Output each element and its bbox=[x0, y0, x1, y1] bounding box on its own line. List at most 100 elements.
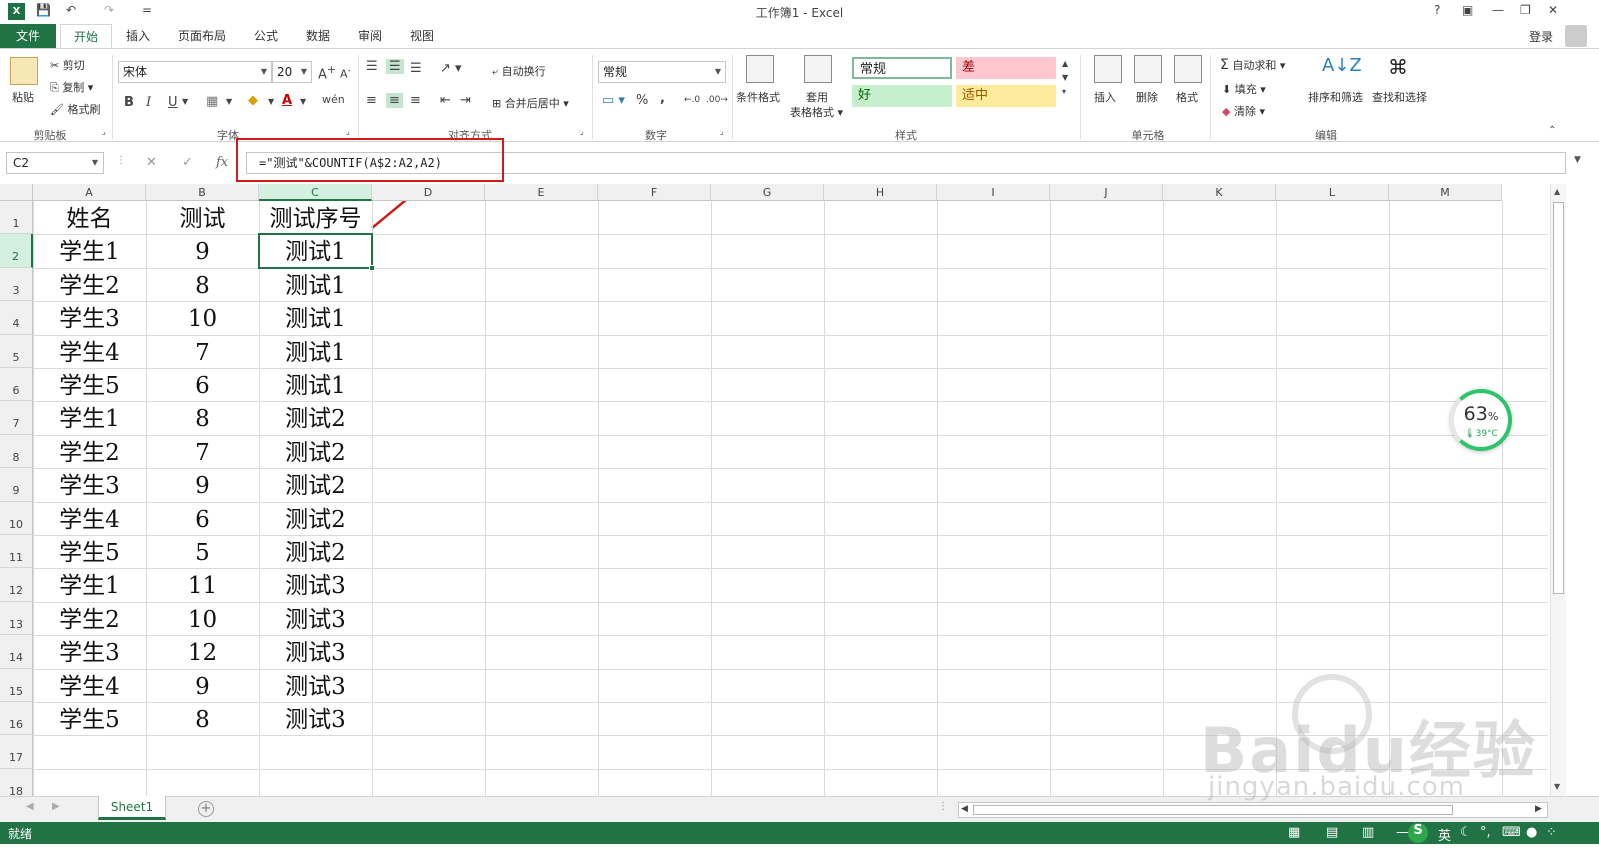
select-all-corner[interactable] bbox=[0, 184, 33, 201]
cell-c12[interactable]: 测试3 bbox=[259, 570, 372, 603]
insert-cells-button[interactable]: 插入 bbox=[1094, 89, 1116, 105]
cell-c16[interactable]: 测试3 bbox=[259, 704, 372, 737]
normal-view-icon[interactable]: ▦ bbox=[1288, 825, 1300, 840]
find-select-button[interactable]: 查找和选择 bbox=[1372, 89, 1427, 105]
table-format-label-1[interactable]: 套用 bbox=[806, 89, 828, 105]
cell-c15[interactable]: 测试3 bbox=[259, 671, 372, 704]
merge-center-button[interactable]: ⊞ 合并后居中 ▾ bbox=[492, 95, 569, 111]
percent-button[interactable]: % bbox=[636, 93, 648, 108]
style-normal[interactable]: 常规 bbox=[852, 57, 952, 79]
sort-filter-button[interactable]: 排序和筛选 bbox=[1308, 89, 1363, 105]
delete-cells-button[interactable]: 删除 bbox=[1136, 89, 1158, 105]
align-left-icon[interactable]: ≡ bbox=[366, 93, 377, 108]
add-sheet-icon[interactable]: + bbox=[198, 801, 214, 817]
decrease-decimal-icon[interactable]: .00→ bbox=[706, 95, 728, 105]
cell-b2[interactable]: 9 bbox=[146, 236, 259, 269]
ribbon-display-options-icon[interactable]: ▣ bbox=[1462, 3, 1473, 17]
tab-view[interactable]: 视图 bbox=[402, 24, 442, 48]
chevron-down-icon[interactable]: ▼ bbox=[182, 97, 188, 106]
row-header-13[interactable]: 13 bbox=[0, 601, 33, 636]
cell-b12[interactable]: 11 bbox=[146, 570, 259, 603]
column-header-d[interactable]: D bbox=[372, 184, 485, 201]
row-header-12[interactable]: 12 bbox=[0, 568, 33, 602]
format-cells-button[interactable]: 格式 bbox=[1176, 89, 1198, 105]
row-header-14[interactable]: 14 bbox=[0, 635, 33, 669]
formula-bar-resize-icon[interactable]: ⋮ bbox=[116, 155, 126, 166]
cell-a3[interactable]: 学生2 bbox=[33, 270, 146, 303]
scroll-left-icon[interactable]: ◀ bbox=[961, 804, 968, 814]
minimize-button[interactable]: — bbox=[1492, 3, 1504, 17]
cell-a14[interactable]: 学生3 bbox=[33, 637, 146, 670]
align-middle-icon[interactable]: ☰ bbox=[386, 59, 404, 74]
tab-file[interactable]: 文件 bbox=[0, 24, 56, 48]
format-cells-icon[interactable] bbox=[1174, 55, 1202, 83]
column-header-g[interactable]: G bbox=[711, 184, 824, 201]
fill-color-icon[interactable]: ◆ bbox=[248, 93, 258, 108]
cell-a5[interactable]: 学生4 bbox=[33, 337, 146, 370]
insert-function-button[interactable]: fx bbox=[216, 155, 228, 170]
row-header-5[interactable]: 5 bbox=[0, 334, 33, 368]
vertical-scrollbar[interactable]: ▲ ▼ bbox=[1550, 184, 1566, 796]
column-header-j[interactable]: J bbox=[1050, 184, 1163, 201]
binoculars-icon[interactable]: ⌘ bbox=[1388, 55, 1416, 83]
horizontal-scrollbar[interactable]: ◀ ▶ bbox=[958, 802, 1548, 818]
row-header-16[interactable]: 16 bbox=[0, 702, 33, 736]
cell-b7[interactable]: 8 bbox=[146, 403, 259, 436]
cell-a16[interactable]: 学生5 bbox=[33, 704, 146, 737]
column-header-m[interactable]: M bbox=[1389, 184, 1502, 201]
cell-a10[interactable]: 学生4 bbox=[33, 504, 146, 537]
underline-button[interactable]: U bbox=[168, 95, 178, 110]
row-header-8[interactable]: 8 bbox=[0, 434, 33, 469]
tab-home[interactable]: 开始 bbox=[60, 24, 112, 48]
decrease-font-icon[interactable]: A- bbox=[340, 65, 351, 81]
help-button[interactable]: ? bbox=[1434, 3, 1440, 17]
dialog-launcher-icon[interactable]: ⌟ bbox=[102, 127, 106, 136]
cell-b15[interactable]: 9 bbox=[146, 671, 259, 704]
paste-icon[interactable] bbox=[10, 57, 38, 85]
prev-sheet-icon[interactable]: ◀ bbox=[26, 801, 34, 812]
cell-header-b[interactable]: 测试 bbox=[146, 203, 259, 236]
style-good[interactable]: 好 bbox=[852, 85, 952, 107]
user-icon[interactable]: ● bbox=[1526, 825, 1537, 840]
tab-formulas[interactable]: 公式 bbox=[246, 24, 286, 48]
cell-b10[interactable]: 6 bbox=[146, 504, 259, 537]
cut-button[interactable]: ✂ 剪切 bbox=[50, 57, 85, 73]
page-layout-view-icon[interactable]: ▤ bbox=[1326, 825, 1338, 840]
vertical-scroll-thumb[interactable] bbox=[1553, 202, 1564, 594]
column-header-f[interactable]: F bbox=[598, 184, 711, 201]
keyboard-icon[interactable]: ⌨ bbox=[1502, 825, 1521, 840]
cell-c8[interactable]: 测试2 bbox=[259, 437, 372, 470]
sort-filter-icon[interactable]: A↓Z bbox=[1322, 55, 1362, 83]
bold-button[interactable]: B bbox=[124, 95, 134, 110]
cell-c6[interactable]: 测试1 bbox=[259, 370, 372, 403]
cell-c3[interactable]: 测试1 bbox=[259, 270, 372, 303]
orientation-icon[interactable]: ↗ ▾ bbox=[440, 61, 462, 76]
input-method-logo-icon[interactable]: S bbox=[1408, 823, 1428, 843]
performance-widget[interactable]: 63% 🌡39°C bbox=[1450, 389, 1512, 451]
ime-mode-icon[interactable]: 英 bbox=[1438, 825, 1451, 844]
increase-font-icon[interactable]: A+ bbox=[318, 63, 336, 82]
cell-header-c[interactable]: 测试序号 bbox=[259, 203, 372, 236]
cell-a15[interactable]: 学生4 bbox=[33, 671, 146, 704]
undo-icon[interactable]: ↶ bbox=[66, 3, 76, 17]
fill-button[interactable]: ⬇ 填充 ▾ bbox=[1222, 81, 1266, 97]
cell-a6[interactable]: 学生5 bbox=[33, 370, 146, 403]
align-top-icon[interactable]: ☰ bbox=[366, 59, 378, 74]
format-painter-button[interactable]: 🖌 格式刷 bbox=[50, 101, 100, 117]
table-format-icon[interactable] bbox=[804, 55, 832, 83]
row-header-18[interactable]: 18 bbox=[0, 768, 33, 796]
row-header-11[interactable]: 11 bbox=[0, 535, 33, 569]
tab-review[interactable]: 审阅 bbox=[350, 24, 390, 48]
chevron-down-icon[interactable]: ▼ bbox=[226, 97, 232, 106]
fill-handle[interactable] bbox=[369, 264, 375, 271]
cell-c5[interactable]: 测试1 bbox=[259, 337, 372, 370]
login-link[interactable]: 登录 bbox=[1529, 28, 1553, 45]
cell-a7[interactable]: 学生1 bbox=[33, 403, 146, 436]
styles-gallery-scroll-icon[interactable]: ▲ ▼ ▾ bbox=[1062, 57, 1068, 99]
paste-button[interactable]: 粘贴 bbox=[12, 89, 34, 105]
font-name-dropdown[interactable]: 宋体 ▼ bbox=[118, 61, 272, 83]
cell-a8[interactable]: 学生2 bbox=[33, 437, 146, 470]
cell-a13[interactable]: 学生2 bbox=[33, 604, 146, 637]
increase-indent-icon[interactable]: ⇥ bbox=[460, 93, 471, 108]
tab-page-layout[interactable]: 页面布局 bbox=[172, 24, 232, 48]
